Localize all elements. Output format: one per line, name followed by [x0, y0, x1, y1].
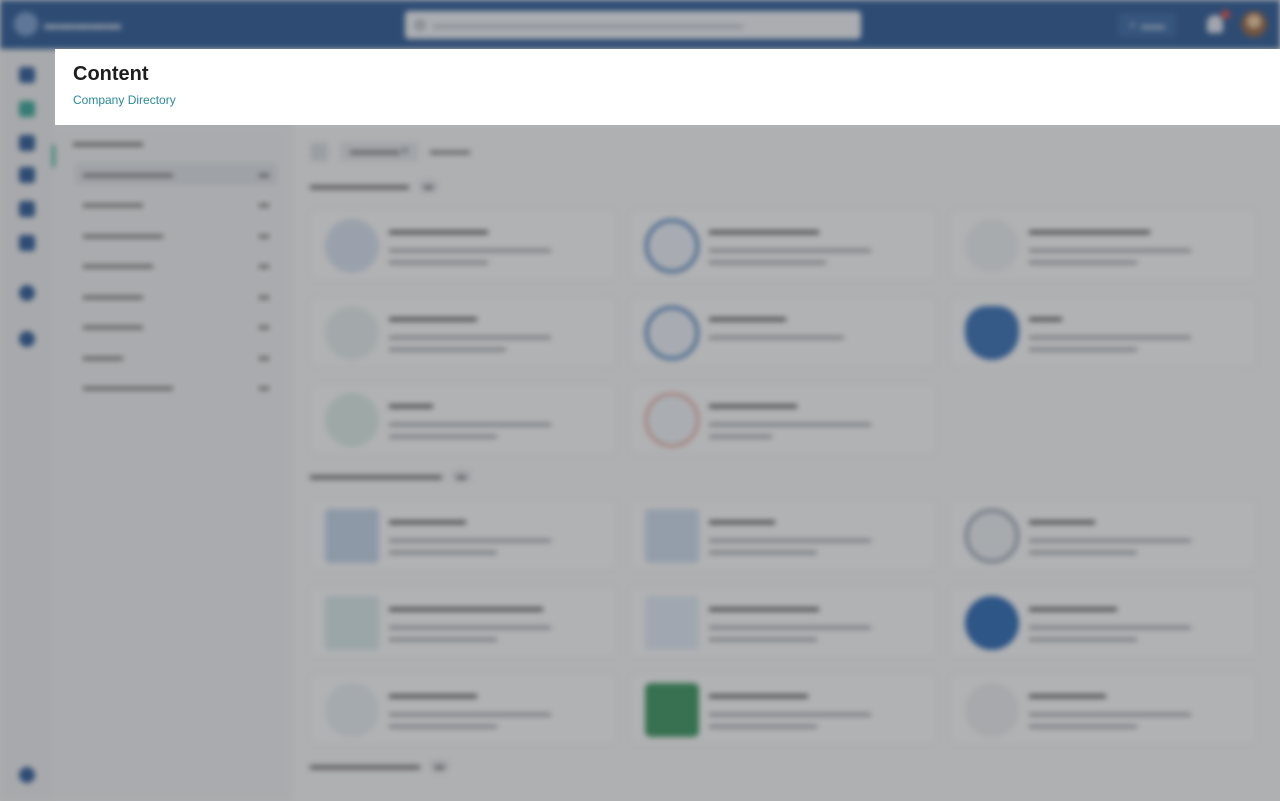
breadcrumb-company-directory[interactable]: Company Directory: [73, 93, 176, 107]
page-title: Content: [73, 63, 149, 85]
content-header-panel: Content Company Directory: [55, 49, 1280, 125]
